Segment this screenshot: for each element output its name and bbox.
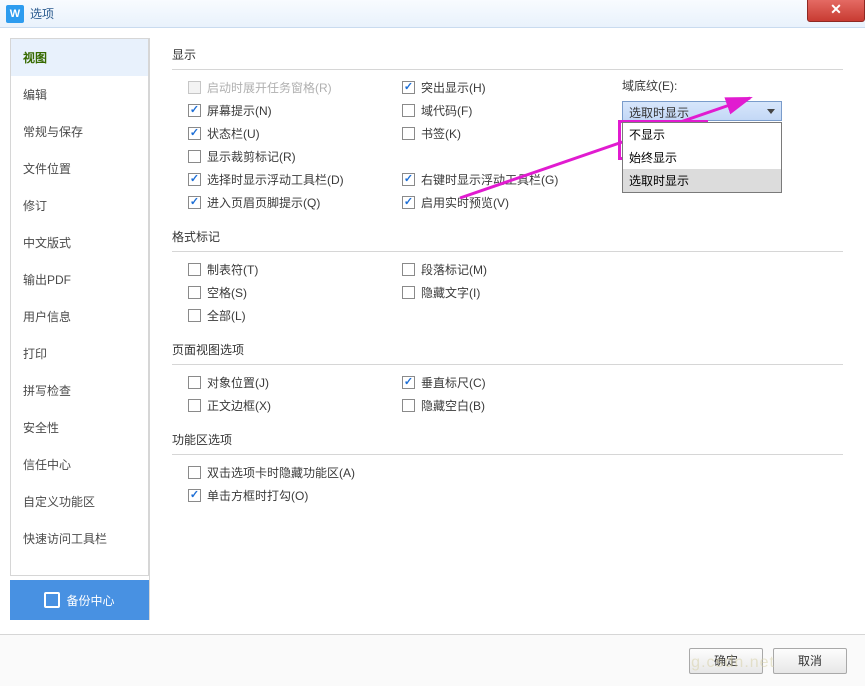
chk-hidden[interactable] — [402, 286, 415, 299]
section-title-marks: 格式标记 — [172, 224, 843, 252]
lbl-obj-pos: 对象位置(J) — [207, 374, 269, 391]
sidebar-item-7[interactable]: 用户信息 — [11, 298, 148, 335]
sidebar-nav: 视图编辑常规与保存文件位置修订中文版式输出PDF用户信息打印拼写检查安全性信任中… — [10, 38, 149, 576]
backup-center-button[interactable]: 备份中心 — [10, 580, 149, 620]
sidebar-item-4[interactable]: 修订 — [11, 187, 148, 224]
chk-obj-pos[interactable] — [188, 376, 201, 389]
sidebar-item-11[interactable]: 信任中心 — [11, 446, 148, 483]
lbl-txt-bound: 正文边框(X) — [207, 397, 271, 414]
sidebar-item-6[interactable]: 输出PDF — [11, 261, 148, 298]
backup-icon — [44, 592, 60, 608]
section-title-ribbon: 功能区选项 — [172, 427, 843, 455]
sidebar-item-9[interactable]: 拼写检查 — [11, 372, 148, 409]
lbl-live-preview: 启用实时预览(V) — [421, 194, 509, 211]
chk-crop-marks[interactable] — [188, 150, 201, 163]
sidebar-item-3[interactable]: 文件位置 — [11, 150, 148, 187]
sidebar-item-12[interactable]: 自定义功能区 — [11, 483, 148, 520]
lbl-highlight: 突出显示(H) — [421, 79, 486, 96]
chk-status-bar[interactable] — [188, 127, 201, 140]
lbl-bookmarks: 书签(K) — [421, 125, 461, 142]
field-shading-label: 域底纹(E): — [622, 77, 677, 94]
lbl-floating-toolbar: 选择时显示浮动工具栏(D) — [207, 171, 344, 188]
chk-rc-float-toolbar[interactable] — [402, 173, 415, 186]
lbl-hidden: 隐藏文字(I) — [421, 284, 480, 301]
chk-highlight[interactable] — [402, 81, 415, 94]
chk-all[interactable] — [188, 309, 201, 322]
main-panel: 显示 启动时展开任务窗格(R) 突出显示(H) 域底纹(E): 屏幕提示(N) … — [150, 28, 865, 630]
ok-button[interactable]: 确定 — [689, 648, 763, 674]
section-title-pageview: 页面视图选项 — [172, 337, 843, 365]
lbl-tabs: 制表符(T) — [207, 261, 258, 278]
chk-dblclick-hide[interactable] — [188, 466, 201, 479]
sidebar-item-2[interactable]: 常规与保存 — [11, 113, 148, 150]
field-shading-option-2[interactable]: 选取时显示 — [623, 169, 781, 192]
app-logo-icon: W — [6, 5, 24, 23]
lbl-click-check: 单击方框时打勾(O) — [207, 487, 308, 504]
field-shading-option-0[interactable]: 不显示 — [623, 123, 781, 146]
sidebar-item-13[interactable]: 快速访问工具栏 — [11, 520, 148, 557]
chk-startup-taskpane — [188, 81, 201, 94]
field-shading-option-1[interactable]: 始终显示 — [623, 146, 781, 169]
lbl-header-footer: 进入页眉页脚提示(Q) — [207, 194, 320, 211]
field-shading-combo[interactable]: 选取时显示 — [622, 101, 782, 121]
chk-tabs[interactable] — [188, 263, 201, 276]
cancel-button[interactable]: 取消 — [773, 648, 847, 674]
chk-field-codes[interactable] — [402, 104, 415, 117]
lbl-status-bar: 状态栏(U) — [207, 125, 260, 142]
chk-hide-ws[interactable] — [402, 399, 415, 412]
footer: g.csdn.net 确定 取消 — [0, 634, 865, 686]
sidebar-item-1[interactable]: 编辑 — [11, 76, 148, 113]
lbl-screen-tips: 屏幕提示(N) — [207, 102, 272, 119]
lbl-startup-taskpane: 启动时展开任务窗格(R) — [207, 79, 332, 96]
lbl-field-codes: 域代码(F) — [421, 102, 472, 119]
chk-txt-bound[interactable] — [188, 399, 201, 412]
chk-header-footer[interactable] — [188, 196, 201, 209]
sidebar-item-0[interactable]: 视图 — [11, 39, 148, 76]
chk-screen-tips[interactable] — [188, 104, 201, 117]
chk-vruler[interactable] — [402, 376, 415, 389]
chk-spaces[interactable] — [188, 286, 201, 299]
chk-para[interactable] — [402, 263, 415, 276]
lbl-rc-float-toolbar: 右键时显示浮动工具栏(G) — [421, 171, 558, 188]
lbl-crop-marks: 显示裁剪标记(R) — [207, 148, 296, 165]
lbl-spaces: 空格(S) — [207, 284, 247, 301]
window-title: 选项 — [30, 5, 54, 22]
chk-live-preview[interactable] — [402, 196, 415, 209]
chk-click-check[interactable] — [188, 489, 201, 502]
lbl-hide-ws: 隐藏空白(B) — [421, 397, 485, 414]
chk-floating-toolbar[interactable] — [188, 173, 201, 186]
lbl-vruler: 垂直标尺(C) — [421, 374, 486, 391]
lbl-para: 段落标记(M) — [421, 261, 487, 278]
field-shading-dropdown[interactable]: 不显示始终显示选取时显示 — [622, 122, 782, 193]
section-title-display: 显示 — [172, 42, 843, 70]
lbl-dblclick-hide: 双击选项卡时隐藏功能区(A) — [207, 464, 355, 481]
titlebar: W 选项 ✕ — [0, 0, 865, 28]
backup-label: 备份中心 — [66, 592, 114, 609]
lbl-all: 全部(L) — [207, 307, 246, 324]
sidebar-item-5[interactable]: 中文版式 — [11, 224, 148, 261]
close-button[interactable]: ✕ — [807, 0, 865, 22]
sidebar-item-10[interactable]: 安全性 — [11, 409, 148, 446]
sidebar-item-8[interactable]: 打印 — [11, 335, 148, 372]
chk-bookmarks[interactable] — [402, 127, 415, 140]
